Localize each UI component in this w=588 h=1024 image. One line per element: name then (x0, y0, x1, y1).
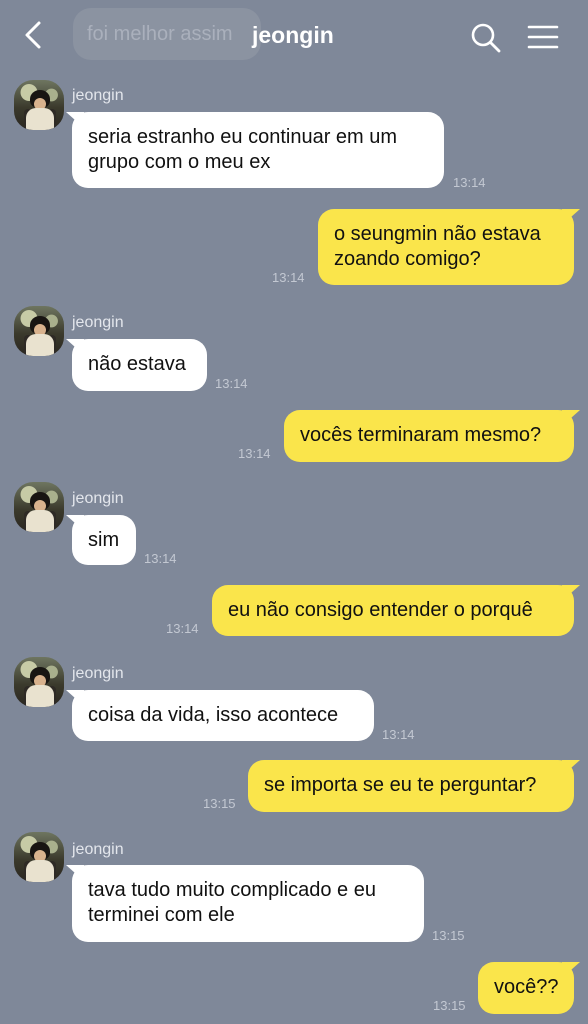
message-bubble[interactable]: não estava (72, 339, 207, 391)
sender-name: jeongin (72, 665, 124, 682)
message-time: 13:14 (453, 175, 486, 190)
search-icon[interactable] (470, 22, 502, 54)
message-time: 13:15 (433, 998, 466, 1013)
message-time: 13:15 (203, 796, 236, 811)
menu-icon[interactable] (527, 24, 559, 50)
back-icon[interactable] (22, 20, 44, 50)
sender-name: jeongin (72, 314, 124, 331)
avatar[interactable] (14, 482, 64, 532)
avatar[interactable] (14, 832, 64, 882)
message-bubble[interactable]: tava tudo muito complicado e eu terminei… (72, 865, 424, 942)
message-time: 13:15 (432, 928, 465, 943)
chat-title: jeongin (252, 22, 334, 48)
message-time: 13:14 (272, 270, 305, 285)
message-time: 13:14 (382, 727, 415, 742)
previous-message-preview: foi melhor assim (73, 8, 261, 60)
chat-header: foi melhor assim jeongin (0, 0, 588, 72)
message-bubble[interactable]: o seungmin não estava zoando comigo? (318, 209, 574, 285)
message-time: 13:14 (238, 446, 271, 461)
message-time: 13:14 (144, 551, 177, 566)
message-bubble[interactable]: sim (72, 515, 136, 565)
message-bubble[interactable]: se importa se eu te perguntar? (248, 760, 574, 812)
message-time: 13:14 (166, 621, 199, 636)
avatar[interactable] (14, 80, 64, 130)
sender-name: jeongin (72, 841, 124, 858)
message-bubble[interactable]: eu não consigo entender o porquê (212, 585, 574, 636)
message-bubble[interactable]: você?? (478, 962, 574, 1014)
message-time: 13:14 (215, 376, 248, 391)
message-bubble[interactable]: vocês terminaram mesmo? (284, 410, 574, 462)
sender-name: jeongin (72, 490, 124, 507)
avatar[interactable] (14, 306, 64, 356)
message-bubble[interactable]: coisa da vida, isso acontece (72, 690, 374, 741)
message-bubble[interactable]: seria estranho eu continuar em um grupo … (72, 112, 444, 188)
sender-name: jeongin (72, 87, 124, 104)
avatar[interactable] (14, 657, 64, 707)
